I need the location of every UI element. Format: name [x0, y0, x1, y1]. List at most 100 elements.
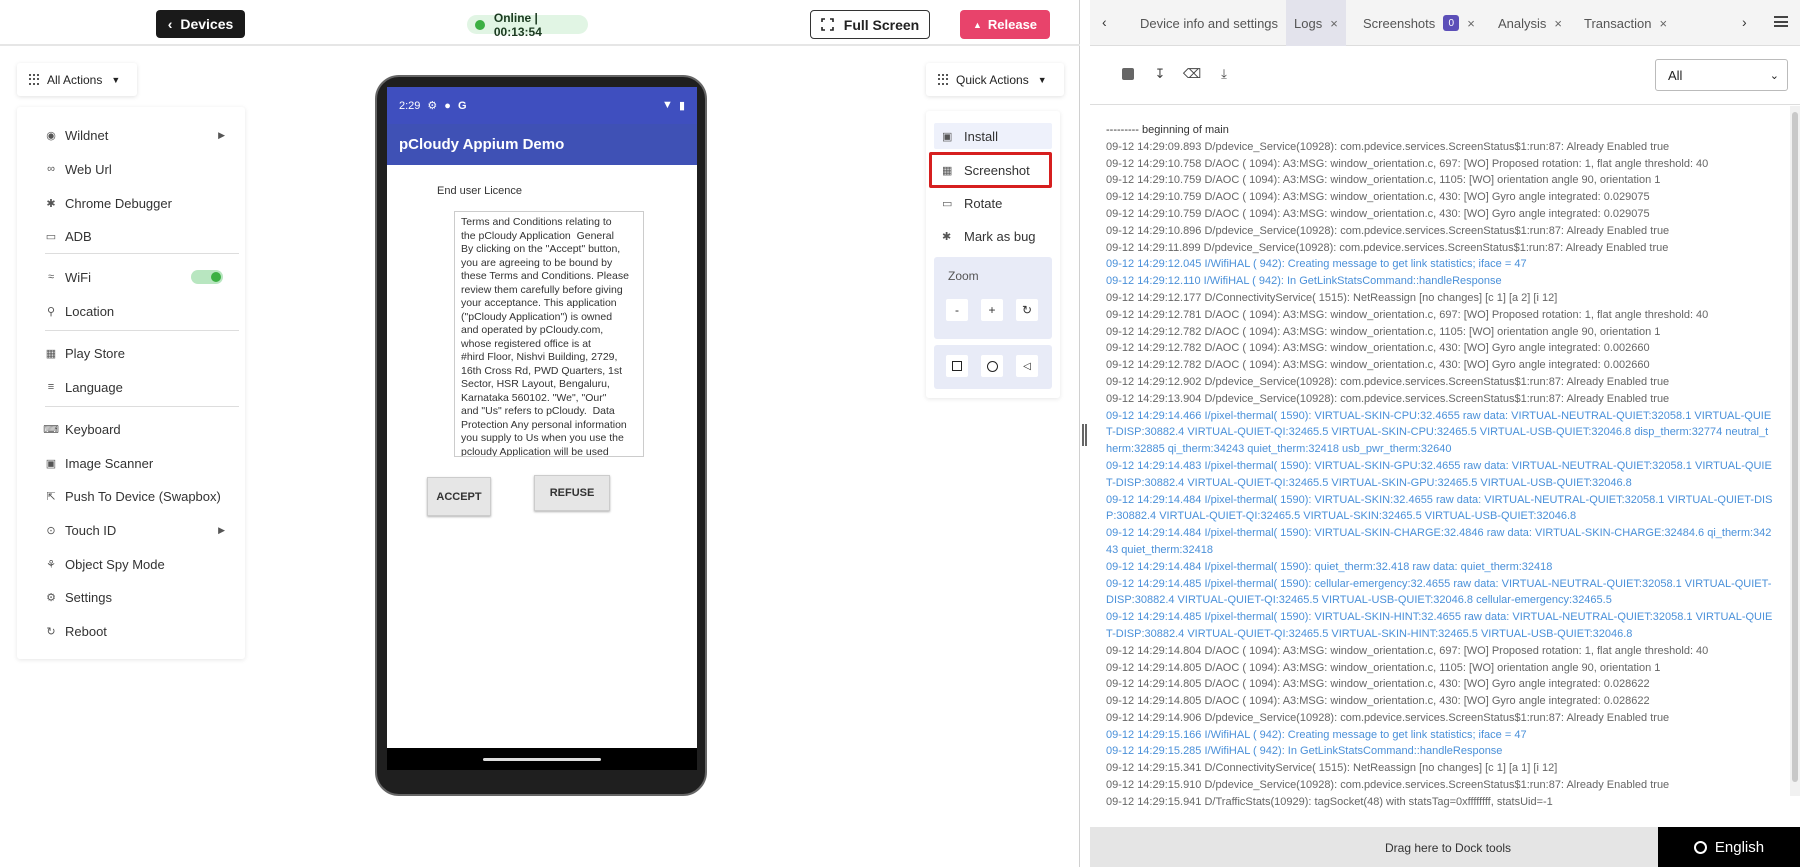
grid-icon — [938, 73, 950, 86]
action-touch-id[interactable]: ⊙ Touch ID ▶ — [45, 519, 235, 541]
rotate-icon: ▭ — [942, 197, 953, 210]
release-button[interactable]: ▲ Release — [960, 10, 1050, 39]
install-icon: ▣ — [942, 130, 953, 143]
zoom-in-button[interactable]: + — [981, 299, 1003, 321]
log-line: 09-12 14:29:14.906 D/pdevice_Service(109… — [1106, 711, 1670, 724]
download-icon[interactable]: ⤓ — [1216, 66, 1232, 82]
zoom-out-button[interactable]: - — [946, 299, 968, 321]
close-icon[interactable]: × — [1554, 16, 1562, 31]
wifi-toggle[interactable] — [191, 270, 223, 284]
log-line: 09-12 14:29:10.759 D/AOC ( 1094): A3:MSG… — [1106, 174, 1661, 187]
action-reboot[interactable]: ↻ Reboot — [45, 620, 235, 642]
location-icon: ⚲ — [46, 305, 56, 318]
log-line: 09-12 14:29:10.896 D/pdevice_Service(109… — [1106, 224, 1670, 237]
bug-icon: ✱ — [46, 197, 56, 210]
action-play-store[interactable]: ▦ Play Store — [45, 342, 235, 364]
quick-actions-panel: ▣ Install ▦ Screenshot ▭ Rotate ✱ Mark as bu… — [926, 111, 1060, 398]
action-language[interactable]: ≡ Language — [45, 376, 235, 398]
session-status-badge: Online | 00:13:54 — [467, 11, 588, 39]
tab-analysis[interactable]: Analysis × — [1490, 0, 1570, 46]
action-chrome-debugger[interactable]: ✱ Chrome Debugger — [45, 192, 235, 214]
log-line: 09-12 14:29:12.110 I/WifiHAL ( 942): In … — [1106, 275, 1502, 288]
wifi-signal-icon: ▼ — [662, 99, 673, 111]
quick-actions-dropdown[interactable]: Quick Actions ▼ — [926, 63, 1064, 96]
device-screen[interactable]: 2:29 ⚙ ● G ▼ ▮ pCloudy Appium Demo End u… — [387, 87, 697, 770]
google-status-icon: G — [457, 99, 467, 112]
panel-resize-handle[interactable] — [1082, 424, 1087, 446]
language-icon: ≡ — [47, 381, 55, 393]
close-icon[interactable]: × — [1330, 16, 1338, 31]
tabs-prev-icon[interactable]: ‹ — [1102, 14, 1107, 30]
action-object-spy[interactable]: ⚘ Object Spy Mode — [45, 553, 235, 575]
action-location[interactable]: ⚲ Location — [45, 300, 235, 322]
action-wifi[interactable]: ≈ WiFi — [45, 266, 235, 288]
stop-icon[interactable] — [1120, 66, 1136, 82]
mark-as-bug-button[interactable]: ✱ Mark as bug — [934, 223, 1052, 249]
eraser-icon[interactable]: ⌫ — [1183, 66, 1201, 82]
log-line: 09-12 14:29:10.758 D/AOC ( 1094): A3:MSG… — [1106, 157, 1709, 170]
log-scrollbar[interactable] — [1790, 106, 1800, 796]
device-nav-controls: ◁ — [934, 345, 1052, 389]
action-wildnet[interactable]: ◉ Wildnet ▶ — [45, 124, 235, 146]
triangle-left-icon: ◁ — [1023, 360, 1031, 372]
rotate-button[interactable]: ▭ Rotate — [934, 190, 1052, 216]
action-adb[interactable]: ▭ ADB — [45, 225, 235, 247]
tab-transaction[interactable]: Transaction × — [1576, 0, 1675, 46]
devices-button[interactable]: ‹ Devices — [156, 10, 245, 38]
device-nav-bar — [387, 748, 697, 770]
back-button[interactable]: ◁ — [1016, 355, 1038, 377]
log-line: 09-12 14:29:12.902 D/pdevice_Service(109… — [1106, 375, 1670, 388]
log-line: 09-12 14:29:12.045 I/WifiHAL ( 942): Cre… — [1106, 258, 1527, 271]
log-line: 09-12 14:29:14.484 I/pixel-thermal( 1590… — [1106, 493, 1773, 523]
zoom-label: Zoom — [948, 269, 979, 283]
divider — [45, 253, 239, 254]
zoom-reset-button[interactable]: ↻ — [1016, 299, 1038, 321]
action-image-scanner[interactable]: ▣ Image Scanner — [45, 452, 235, 474]
log-line: 09-12 14:29:12.782 D/AOC ( 1094): A3:MSG… — [1106, 359, 1650, 372]
push-icon: ⇱ — [46, 490, 56, 503]
home-button[interactable] — [981, 355, 1003, 377]
caret-right-icon: ▶ — [218, 524, 225, 535]
action-push-to-device[interactable]: ⇱ Push To Device (Swapbox) — [45, 485, 235, 507]
terms-text-box[interactable]: Terms and Conditions relating to the pCl… — [454, 211, 644, 457]
tab-screenshots[interactable]: Screenshots 0 × — [1355, 0, 1483, 46]
home-gesture-bar[interactable] — [483, 757, 601, 761]
keyboard-icon: ⌨ — [43, 423, 59, 436]
tab-logs[interactable]: Logs × — [1286, 0, 1346, 46]
log-line: 09-12 14:29:15.166 I/WifiHAL ( 942): Cre… — [1106, 728, 1527, 741]
device-status-bar: 2:29 ⚙ ● G ▼ ▮ — [387, 87, 697, 124]
recents-button[interactable] — [946, 355, 968, 377]
log-line: 09-12 14:29:13.904 D/pdevice_Service(109… — [1106, 392, 1670, 405]
action-web-url[interactable]: ∞ Web Url — [45, 158, 235, 180]
online-dot-icon — [475, 19, 485, 30]
refresh-icon: ↻ — [1021, 303, 1033, 317]
log-level-select[interactable]: All ⌄ — [1655, 59, 1788, 91]
log-line: 09-12 14:29:15.941 D/TrafficStats(10929)… — [1106, 795, 1553, 808]
refuse-button[interactable]: REFUSE — [534, 475, 610, 511]
action-keyboard[interactable]: ⌨ Keyboard — [43, 418, 235, 440]
scrollbar-thumb[interactable] — [1792, 112, 1798, 782]
tab-device-info[interactable]: Device info and settings× — [1132, 0, 1302, 46]
close-icon[interactable]: × — [1467, 16, 1475, 31]
circle-icon — [986, 360, 998, 372]
hamburger-menu-icon[interactable] — [1774, 16, 1788, 27]
chevron-down-icon: ⌄ — [1769, 69, 1779, 82]
install-button[interactable]: ▣ Install — [934, 123, 1052, 149]
download-filter-icon[interactable]: ↧ — [1152, 66, 1168, 82]
log-output[interactable]: --------- beginning of main 09-12 14:29:0… — [1090, 106, 1790, 826]
device-frame: 2:29 ⚙ ● G ▼ ▮ pCloudy Appium Demo End u… — [375, 75, 707, 796]
action-settings[interactable]: ⚙ Settings — [45, 586, 235, 608]
screenshot-button[interactable]: ▦ Screenshot — [929, 152, 1052, 188]
full-screen-button[interactable]: Full Screen — [810, 10, 930, 39]
caret-down-icon: ▼ — [111, 74, 121, 85]
app-title-bar: pCloudy Appium Demo — [387, 124, 697, 165]
accept-button[interactable]: ACCEPT — [427, 477, 491, 516]
all-actions-panel: ◉ Wildnet ▶ ∞ Web Url ✱ Chrome Debugger ▭ ADB… — [17, 107, 245, 659]
log-line: 09-12 14:29:15.341 D/ConnectivityService… — [1106, 762, 1558, 775]
close-icon[interactable]: × — [1659, 16, 1667, 31]
tabs-next-icon[interactable]: › — [1742, 14, 1747, 30]
device-workspace: ‹ Devices Online | 00:13:54 Full Screen … — [0, 0, 1080, 867]
link-icon: ∞ — [47, 163, 55, 175]
all-actions-dropdown[interactable]: All Actions ▼ — [17, 63, 137, 96]
language-switcher[interactable]: English — [1658, 827, 1800, 867]
